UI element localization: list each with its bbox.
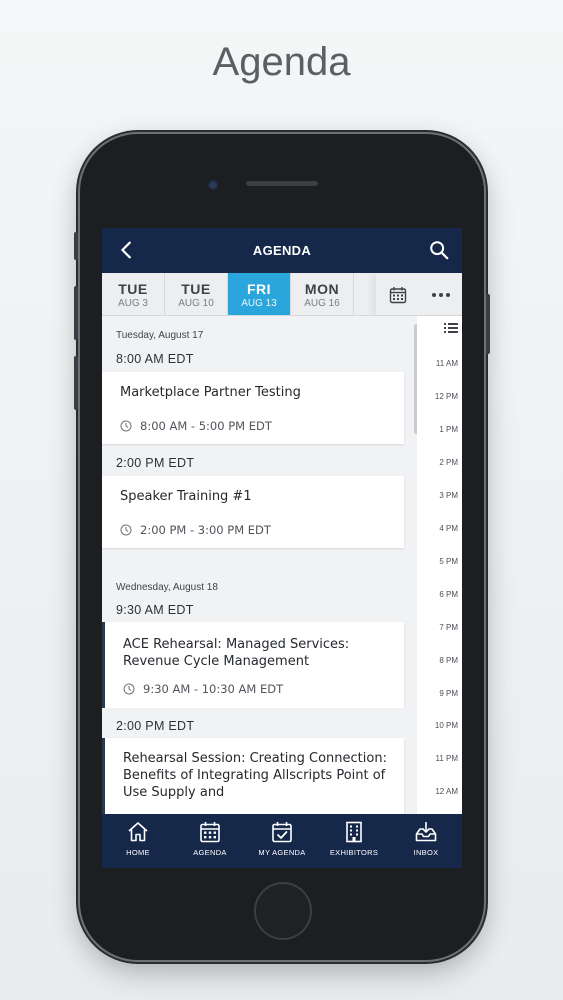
day-date: AUG 3 xyxy=(117,297,148,309)
inbox-download-icon xyxy=(415,822,437,842)
volume-up-button xyxy=(74,286,78,340)
volume-down-button xyxy=(74,356,78,410)
calendar-icon xyxy=(389,286,406,303)
earpiece-speaker xyxy=(246,181,318,186)
rail-hour-label[interactable]: 10 PM xyxy=(418,721,458,730)
rail-hour-label[interactable]: 3 PM xyxy=(418,491,458,500)
session-title: Speaker Training #1 xyxy=(120,489,252,504)
session-title: Marketplace Partner Testing xyxy=(120,385,301,400)
day-tab-aug-3[interactable]: TUE AUG 3 xyxy=(102,273,165,315)
day-date: AUG 10 xyxy=(178,297,214,309)
time-jump-rail[interactable]: 11 AM 12 PM 1 PM 2 PM 3 PM 4 PM 5 PM 6 P… xyxy=(417,316,462,814)
rail-hour-label[interactable]: 4 PM xyxy=(418,524,458,533)
rail-hour-label[interactable]: 12 PM xyxy=(418,392,458,401)
building-icon xyxy=(346,821,362,843)
app-screen: AGENDA TUE AUG 3 TUE AUG 10 FRI AUG 13 M… xyxy=(102,228,462,868)
rail-hour-label[interactable]: 11 AM xyxy=(418,359,458,368)
day-tab-aug-16[interactable]: MON AUG 16 xyxy=(291,273,354,315)
time-slot-header: 9:30 AM EDT xyxy=(116,603,194,617)
search-icon[interactable] xyxy=(428,239,450,261)
tab-label: EXHIBITORS xyxy=(329,848,379,857)
time-slot-header: 8:00 AM EDT xyxy=(116,352,194,366)
rail-hour-label[interactable]: 8 PM xyxy=(418,656,458,665)
section-date-header: Wednesday, August 18 xyxy=(116,582,218,593)
session-title: ACE Rehearsal: Managed Services: Revenue… xyxy=(123,637,350,669)
more-dots-icon xyxy=(431,292,450,297)
rail-hour-label[interactable]: 2 PM xyxy=(418,458,458,467)
rail-hour-label[interactable]: 1 PM xyxy=(418,425,458,434)
rail-hour-label[interactable]: 7 PM xyxy=(418,623,458,632)
tab-home[interactable]: HOME xyxy=(102,814,174,868)
more-options-button[interactable] xyxy=(421,280,461,310)
home-icon xyxy=(128,822,148,842)
mute-switch xyxy=(74,232,78,260)
clock-icon xyxy=(120,420,132,432)
home-button[interactable] xyxy=(254,882,312,940)
tab-agenda[interactable]: AGENDA xyxy=(174,814,246,868)
tab-exhibitors[interactable]: EXHIBITORS xyxy=(318,814,390,868)
day-date: AUG 16 xyxy=(304,297,340,309)
day-strip-tools xyxy=(376,273,462,315)
session-time-range: 8:00 AM - 5:00 PM EDT xyxy=(140,419,272,433)
day-of-week: FRI xyxy=(246,280,272,297)
tab-my-agenda[interactable]: MY AGENDA xyxy=(246,814,318,868)
time-slot-header: 2:00 PM EDT xyxy=(116,719,195,733)
session-card-marketplace-partner-testing[interactable]: Marketplace Partner Testing 8:00 AM - 5:… xyxy=(102,372,404,444)
phone-frame: AGENDA TUE AUG 3 TUE AUG 10 FRI AUG 13 M… xyxy=(74,134,490,960)
rail-hour-label[interactable]: 9 PM xyxy=(418,689,458,698)
front-camera xyxy=(208,180,218,190)
day-of-week: MON xyxy=(304,280,340,297)
power-button xyxy=(486,294,490,354)
day-date: AUG 13 xyxy=(241,297,277,309)
rail-hour-label[interactable]: 5 PM xyxy=(418,557,458,566)
tab-label: MY AGENDA xyxy=(258,848,306,857)
agenda-list[interactable]: Tuesday, August 17 8:00 AM EDT Marketpla… xyxy=(102,316,417,814)
tab-label: INBOX xyxy=(413,848,439,857)
calendar-picker-button[interactable] xyxy=(378,280,418,310)
rail-hour-label[interactable]: 12 AM xyxy=(418,787,458,796)
clock-icon xyxy=(120,524,132,536)
list-view-icon[interactable] xyxy=(444,322,458,334)
session-card-ace-rehearsal[interactable]: ACE Rehearsal: Managed Services: Revenue… xyxy=(102,622,404,708)
top-app-bar: AGENDA xyxy=(102,228,462,273)
calendar-check-icon xyxy=(272,822,292,843)
session-card-speaker-training[interactable]: Speaker Training #1 2:00 PM - 3:00 PM ED… xyxy=(102,476,404,548)
rail-hour-label[interactable]: 6 PM xyxy=(418,590,458,599)
screen-title: AGENDA xyxy=(252,243,312,258)
session-card-rehearsal-session[interactable]: Rehearsal Session: Creating Connection: … xyxy=(102,738,404,814)
session-time-range: 9:30 AM - 10:30 AM EDT xyxy=(143,682,284,696)
day-tab-aug-10[interactable]: TUE AUG 10 xyxy=(165,273,228,315)
rail-hour-label[interactable]: 11 PM xyxy=(418,754,458,763)
time-slot-header: 2:00 PM EDT xyxy=(116,456,195,470)
clock-icon xyxy=(123,683,135,695)
calendar-grid-icon xyxy=(200,822,220,843)
day-of-week: TUE xyxy=(118,280,148,297)
section-date-header: Tuesday, August 17 xyxy=(116,330,204,341)
day-selector-strip: TUE AUG 3 TUE AUG 10 FRI AUG 13 MON AUG … xyxy=(102,273,462,316)
back-chevron-icon[interactable] xyxy=(116,239,138,261)
day-of-week: TUE xyxy=(181,280,211,297)
day-tab-aug-13[interactable]: FRI AUG 13 xyxy=(228,273,291,315)
tab-label: HOME xyxy=(126,848,150,857)
page-hero-title: Agenda xyxy=(212,40,351,84)
bottom-tab-bar: HOME AGENDA MY AGENDA EXHIBITORS INBOX xyxy=(102,814,462,868)
session-time-range: 2:00 PM - 3:00 PM EDT xyxy=(140,523,271,537)
session-title: Rehearsal Session: Creating Connection: … xyxy=(123,751,387,800)
tab-label: AGENDA xyxy=(193,848,227,857)
tab-inbox[interactable]: INBOX xyxy=(390,814,462,868)
